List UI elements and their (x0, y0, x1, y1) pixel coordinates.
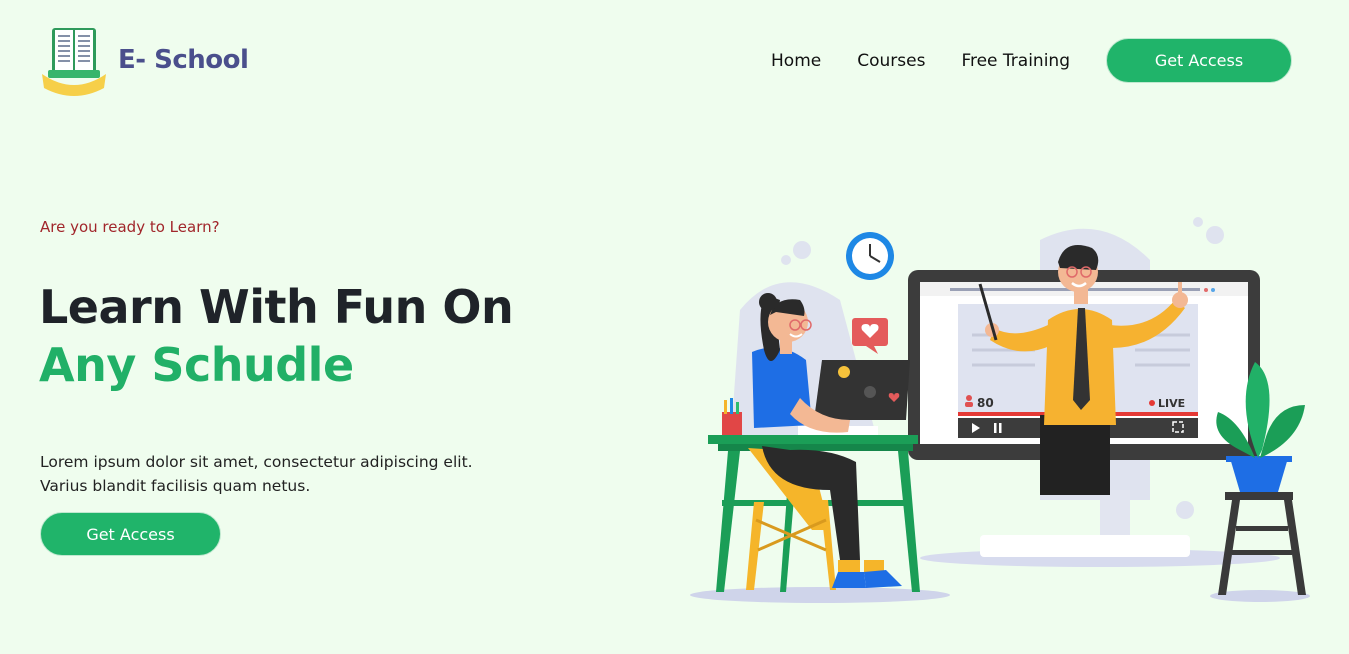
hero-eyebrow: Are you ready to Learn? (40, 218, 220, 236)
hero-get-access-button[interactable]: Get Access (40, 512, 221, 556)
live-label: LIVE (1158, 397, 1185, 410)
nav-link-free-training[interactable]: Free Training (961, 51, 1070, 71)
open-book-logo-icon (42, 28, 106, 96)
viewers-count: 80 (977, 396, 994, 410)
nav-link-courses[interactable]: Courses (857, 51, 925, 71)
heart-message-icon (852, 318, 888, 354)
headline-line-1: Learn With Fun On (39, 280, 514, 334)
site-header: E- School Home Courses Free Training Get… (0, 0, 1349, 120)
brand-logo[interactable]: E- School (38, 22, 249, 98)
pencil-cup (722, 398, 742, 435)
description-line-1: Lorem ipsum dolor sit amet, consectetur … (40, 453, 473, 471)
hero-headline: Learn With Fun On Any Schudle (39, 278, 514, 394)
online-class-illustration: 80 LIVE (690, 217, 1310, 603)
description-line-2: Varius blandit facilisis quam netus. (40, 477, 311, 495)
floor-shadow-left (690, 587, 950, 603)
hero-description: Lorem ipsum dolor sit amet, consectetur … (40, 450, 520, 498)
nav-link-home[interactable]: Home (771, 51, 821, 71)
brand-name: E- School (118, 45, 249, 75)
nav-get-access-button[interactable]: Get Access (1106, 38, 1292, 83)
clock-icon (846, 232, 894, 280)
headline-line-2: Any Schudle (39, 338, 354, 392)
main-nav: Home Courses Free Training Get Access (771, 38, 1292, 83)
